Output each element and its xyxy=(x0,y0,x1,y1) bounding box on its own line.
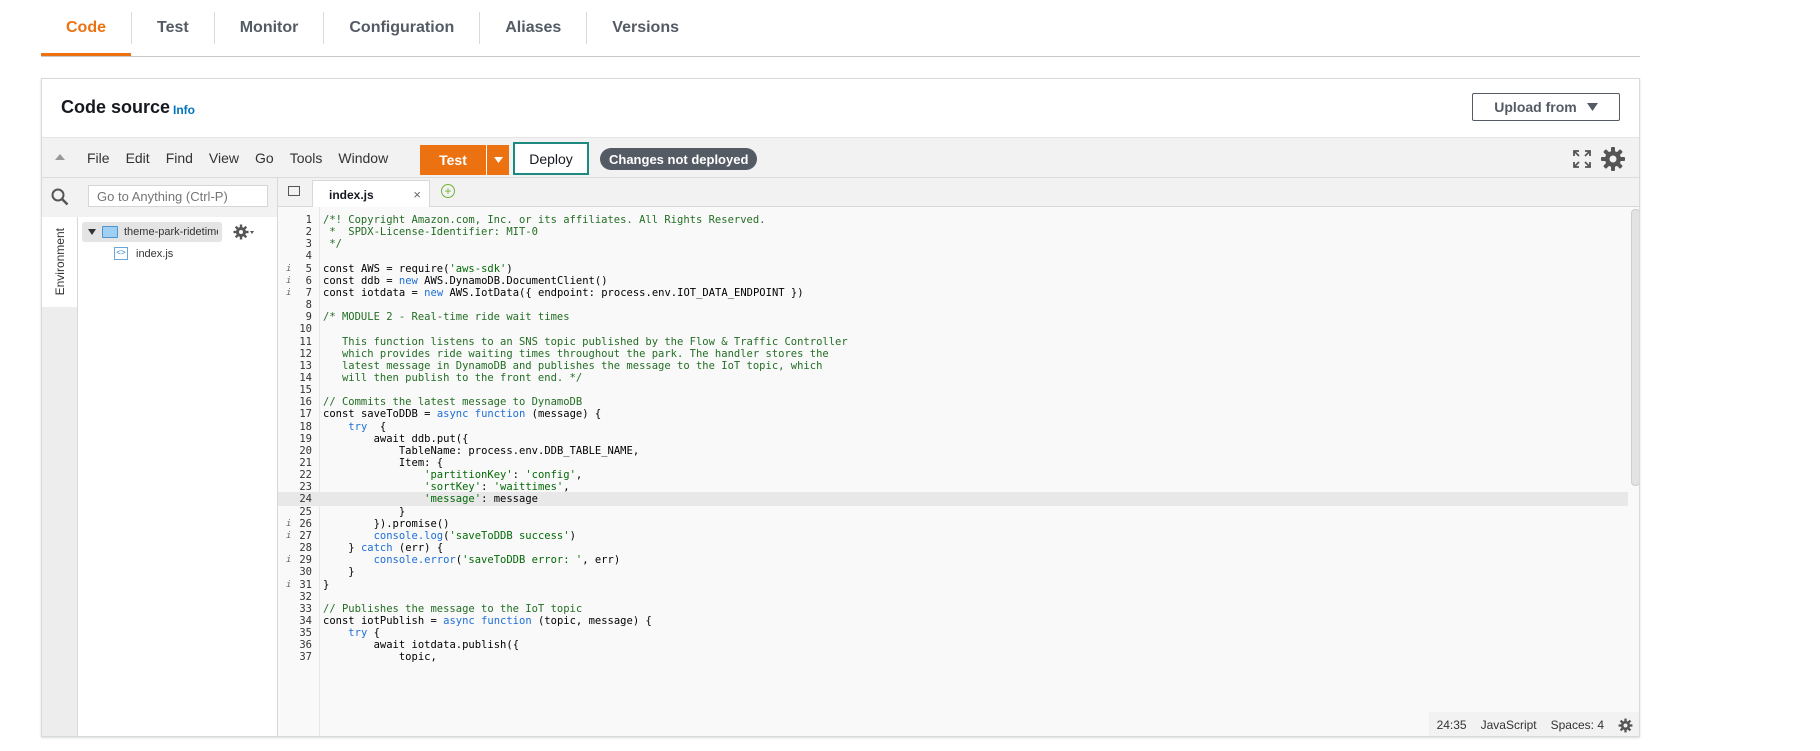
menu-find[interactable]: Find xyxy=(166,150,193,166)
gear-icon[interactable] xyxy=(1600,146,1626,172)
menu-edit[interactable]: Edit xyxy=(126,150,150,166)
line-number: 37 xyxy=(299,651,312,664)
folder-label: theme-park-ridetimes xyxy=(124,226,218,238)
code-text: topic, xyxy=(398,651,437,664)
code-editor[interactable]: 24:35 JavaScript Spaces: 4 1/*! Copyrigh… xyxy=(278,207,1639,736)
search-input[interactable] xyxy=(88,185,268,207)
side-panel-tabs: Environment xyxy=(42,217,78,736)
collapse-toolbar-icon[interactable] xyxy=(55,154,65,160)
tree-folder[interactable]: theme-park-ridetimes xyxy=(82,222,222,242)
go-to-anything-bar xyxy=(42,178,278,217)
file-label: index.js xyxy=(136,247,174,260)
menu-view[interactable]: View xyxy=(209,150,239,166)
js-file-icon: <> xyxy=(114,247,128,260)
caret-down-icon xyxy=(1586,103,1598,111)
file-tree: theme-park-ridetimes <> index.js xyxy=(78,217,278,736)
upload-from-button[interactable]: Upload from xyxy=(1472,93,1620,121)
gear-icon[interactable] xyxy=(1618,718,1633,733)
menu-window[interactable]: Window xyxy=(338,150,388,166)
language-mode[interactable]: JavaScript xyxy=(1481,718,1537,732)
ide-toolbar: File Edit Find View Go Tools Window Test Deplo… xyxy=(42,137,1639,178)
upload-from-label: Upload from xyxy=(1494,99,1577,115)
panel-header: Code source Info Upload from xyxy=(42,79,1639,137)
editor-tab-bar: index.js × + xyxy=(278,178,1639,207)
indent-setting[interactable]: Spaces: 4 xyxy=(1551,718,1604,732)
tab-aliases[interactable]: Aliases xyxy=(480,0,586,56)
tree-settings-icon[interactable] xyxy=(233,224,255,240)
chevron-down-icon[interactable] xyxy=(88,229,96,235)
caret-down-icon xyxy=(493,157,503,163)
editor-scrollbar[interactable] xyxy=(1631,209,1639,486)
tab-versions[interactable]: Versions xyxy=(587,0,704,56)
search-icon xyxy=(51,188,69,206)
status-badge: Changes not deployed xyxy=(600,148,758,170)
environment-tab[interactable]: Environment xyxy=(42,217,77,307)
editor-tab-label: index.js xyxy=(329,188,374,202)
menu-tools[interactable]: Tools xyxy=(290,150,323,166)
editor-tab-index-js[interactable]: index.js × xyxy=(312,180,430,207)
code-line[interactable]: 37 topic, xyxy=(278,650,1628,664)
menu-file[interactable]: File xyxy=(87,150,110,166)
code-source-panel: Code source Info Upload from File Edit Fin… xyxy=(41,78,1640,737)
tab-code[interactable]: Code xyxy=(41,0,131,56)
add-tab-icon[interactable]: + xyxy=(441,184,455,198)
menu-go[interactable]: Go xyxy=(255,150,274,166)
tab-monitor[interactable]: Monitor xyxy=(215,0,324,56)
test-button-group: Test xyxy=(420,145,509,175)
function-tabs: Code Test Monitor Configuration Aliases Versi… xyxy=(41,0,1640,57)
ide-menu: File Edit Find View Go Tools Window xyxy=(87,138,404,178)
panel-title: Code source xyxy=(61,97,171,117)
tab-list-icon[interactable] xyxy=(288,186,300,196)
close-icon[interactable]: × xyxy=(413,187,421,202)
test-dropdown-button[interactable] xyxy=(486,145,509,175)
deploy-button[interactable]: Deploy xyxy=(513,142,589,175)
folder-icon xyxy=(102,226,118,238)
cursor-position[interactable]: 24:35 xyxy=(1437,718,1467,732)
test-button[interactable]: Test xyxy=(420,145,486,175)
fullscreen-icon[interactable] xyxy=(1573,150,1591,168)
info-link[interactable]: Info xyxy=(173,103,195,117)
environment-tab-label: Environment xyxy=(52,228,67,296)
tree-file[interactable]: <> index.js xyxy=(114,247,173,260)
tab-configuration[interactable]: Configuration xyxy=(324,0,479,56)
editor-status-bar: 24:35 JavaScript Spaces: 4 xyxy=(1428,712,1639,736)
tab-test[interactable]: Test xyxy=(132,0,214,56)
